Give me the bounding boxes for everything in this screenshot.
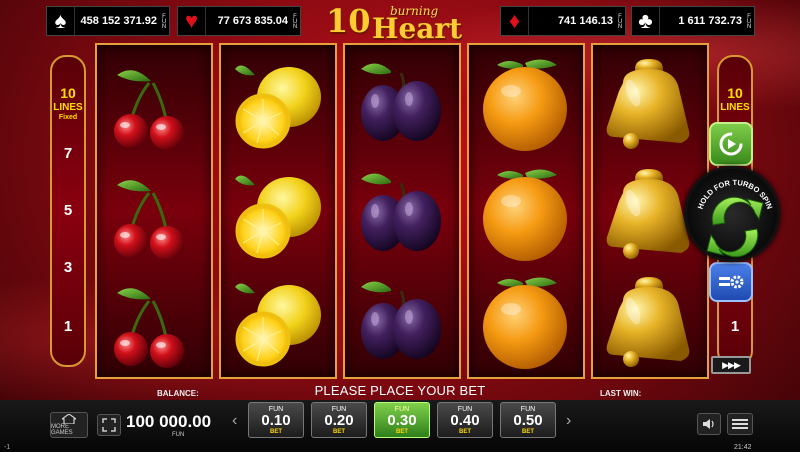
bet-prev-icon[interactable]: ‹: [232, 412, 237, 430]
turbo-button[interactable]: ▶▶▶: [711, 356, 751, 374]
bet-option[interactable]: FUN 0.20 BET: [311, 402, 367, 438]
bet-label: BET: [459, 429, 471, 435]
autoplay-button[interactable]: [709, 122, 753, 166]
bell-symbol: [593, 271, 707, 371]
jackpot-currency: FUN: [161, 13, 167, 29]
orange-symbol: [469, 53, 583, 153]
jackpot-currency: FUN: [617, 13, 623, 29]
lines-count: 10: [727, 85, 743, 101]
lines-count: 10: [60, 85, 76, 101]
bet-value: 0.50: [513, 412, 543, 429]
spin-button[interactable]: HOLD FOR TURBO SPIN: [684, 166, 780, 262]
plum-symbol: [345, 163, 459, 263]
bet-option-selected[interactable]: FUN 0.30 BET: [374, 402, 430, 438]
clock: 21:42: [734, 444, 752, 451]
lemon-symbol: [221, 271, 335, 371]
autoplay-icon: [719, 132, 743, 156]
jackpot-amount: 1 611 732.73: [678, 15, 742, 27]
bet-value: 0.30: [387, 412, 417, 429]
orange-symbol: [469, 271, 583, 371]
footer-indicator: -1: [4, 444, 11, 451]
plum-symbol: [345, 271, 459, 371]
reel-3: [343, 43, 461, 379]
spade-icon: ♠: [47, 7, 75, 35]
lines-word: LINES: [720, 102, 750, 113]
jackpot-club: ♣ 1 611 732.73 FUN: [631, 6, 755, 36]
lines-word: LINES: [53, 102, 83, 113]
settings-icon: [719, 275, 744, 289]
more-games-button[interactable]: MORE GAMES: [50, 412, 88, 438]
club-icon: ♣: [632, 7, 660, 35]
balance-value: 100 000.00: [126, 412, 212, 431]
bottom-bar: MORE GAMES 100 000.00 FUN ‹ FUN 0.10 BET…: [0, 400, 800, 452]
bet-option[interactable]: FUN 0.50 BET: [500, 402, 556, 438]
jackpot-diamond: ♦ 741 146.13 FUN: [500, 6, 626, 36]
jackpot-amount: 77 673 835.04: [217, 15, 288, 27]
bet-label: BET: [270, 429, 282, 435]
fullscreen-icon: [102, 418, 116, 432]
line-number: 3: [63, 259, 73, 276]
bet-label: BET: [396, 429, 408, 435]
speaker-icon: [703, 419, 714, 429]
fullscreen-button[interactable]: [97, 414, 121, 436]
lines-fixed: Fixed: [58, 114, 78, 121]
reel-1: [95, 43, 213, 379]
jackpot-amount: 458 152 371.92: [80, 15, 157, 27]
jackpot-heart: ♥ 77 673 835.04 FUN: [177, 6, 301, 36]
bet-label: BET: [333, 429, 345, 435]
settings-button[interactable]: [709, 262, 753, 302]
bell-symbol: [593, 53, 707, 153]
bet-next-icon[interactable]: ›: [566, 412, 571, 430]
more-games-label: MORE GAMES: [51, 424, 73, 436]
bet-label: BET: [522, 429, 534, 435]
jackpot-spade: ♠ 458 152 371.92 FUN: [46, 6, 170, 36]
reel-4: [467, 43, 585, 379]
bet-value: 0.40: [450, 412, 480, 429]
menu-icon: [732, 419, 748, 429]
cherry-symbol: [97, 271, 211, 371]
home-icon: [62, 414, 76, 424]
fast-forward-icon: ▶▶▶: [722, 359, 741, 370]
cherry-symbol: [97, 163, 211, 263]
line-number: 1: [730, 318, 740, 335]
line-number: 5: [63, 202, 73, 219]
bet-option[interactable]: FUN 0.40 BET: [437, 402, 493, 438]
logo-number: 10: [326, 2, 371, 40]
game-logo: 10 burning Heart: [320, 2, 470, 45]
heart-icon: ♥: [178, 7, 206, 35]
last-win-label: LAST WIN:: [600, 389, 642, 398]
sound-button[interactable]: [697, 413, 721, 435]
line-number: 1: [63, 318, 73, 335]
jackpot-currency: FUN: [292, 13, 298, 29]
plum-symbol: [345, 53, 459, 153]
jackpot-amount: 741 146.13: [557, 15, 613, 27]
bet-option[interactable]: FUN 0.10 BET: [248, 402, 304, 438]
status-message: PLEASE PLACE YOUR BET: [314, 383, 486, 398]
diamond-icon: ♦: [501, 7, 529, 35]
spin-icon: HOLD FOR TURBO SPIN: [696, 178, 774, 258]
jackpot-currency: FUN: [746, 13, 752, 29]
line-number: 7: [63, 145, 73, 162]
reel-2: [219, 43, 337, 379]
menu-button[interactable]: [727, 413, 753, 435]
balance-currency: FUN: [172, 432, 185, 438]
logo-heart: Heart: [372, 12, 463, 45]
bet-value: 0.20: [324, 412, 354, 429]
lemon-symbol: [221, 163, 335, 263]
left-lines-panel: 10 LINES Fixed 7 5 3 1: [50, 55, 86, 367]
bet-value: 0.10: [261, 412, 291, 429]
lemon-symbol: [221, 53, 335, 153]
orange-symbol: [469, 163, 583, 263]
cherry-symbol: [97, 53, 211, 153]
